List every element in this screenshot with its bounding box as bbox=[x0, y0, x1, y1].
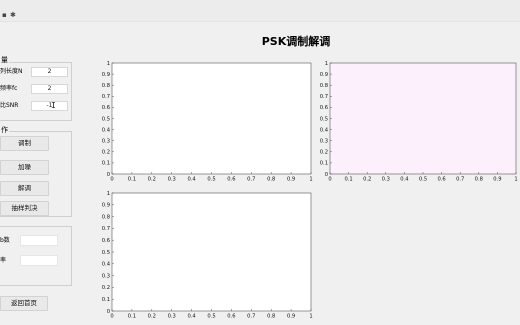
y-tick-label: 0.4 bbox=[102, 127, 111, 133]
x-tick-label: 0.7 bbox=[456, 177, 464, 183]
x-tick-label: 0.2 bbox=[363, 177, 371, 183]
x-tick-label: 0.6 bbox=[227, 177, 235, 183]
app-title: PSK调制解调 bbox=[261, 35, 331, 48]
y-tick-label: 1 bbox=[107, 191, 110, 197]
y-tick-label: 1 bbox=[107, 61, 110, 67]
x-tick-label: 0.5 bbox=[207, 177, 215, 183]
y-tick-label: 0.3 bbox=[102, 139, 110, 145]
x-tick-label: 0.3 bbox=[168, 177, 176, 183]
y-tick-label: 0.7 bbox=[320, 94, 328, 100]
back-home-button[interactable]: 返回首页 bbox=[0, 296, 48, 311]
y-tick-label: 0.6 bbox=[102, 238, 110, 244]
y-tick-label: 0.8 bbox=[320, 83, 328, 89]
x-tick-label: 1 bbox=[309, 314, 312, 320]
y-tick-label: 0.8 bbox=[102, 83, 110, 89]
demodulate-button[interactable]: 解调 bbox=[0, 181, 49, 196]
param-label-length: 列长度N bbox=[0, 68, 23, 75]
x-tick-label: 0.8 bbox=[267, 177, 275, 183]
x-tick-label: 0.2 bbox=[148, 177, 156, 183]
y-tick-label: 0.9 bbox=[102, 203, 110, 209]
y-tick-label: 0.9 bbox=[102, 72, 110, 78]
window-titlebar: ▪ ✱ bbox=[0, 0, 520, 22]
modulate-button[interactable]: 调制 bbox=[0, 136, 49, 151]
y-tick-label: 0.9 bbox=[320, 72, 328, 78]
x-tick-label: 0.3 bbox=[382, 177, 390, 183]
sample-decision-button[interactable]: 抽样判决 bbox=[0, 201, 49, 216]
x-tick-label: 0.1 bbox=[128, 314, 136, 320]
y-tick-label: 0.4 bbox=[320, 127, 329, 133]
window-settings-icon[interactable]: ✱ bbox=[10, 12, 17, 19]
ops-panel-title: 作 bbox=[0, 126, 9, 134]
window-menu-icon[interactable]: ▪ bbox=[2, 12, 9, 19]
y-tick-label: 0.1 bbox=[102, 161, 110, 167]
y-tick-label: 0.3 bbox=[102, 273, 110, 279]
y-tick-label: 0.6 bbox=[320, 105, 328, 111]
x-tick-label: 1 bbox=[309, 177, 312, 183]
plot-axes-top-left[interactable]: 0 0.1 0.2 0.3 0.4 0.5 0.6 0.7 0.8 0.9 1 0 0.1 0.2 0.3 0… bbox=[100, 58, 315, 183]
y-tick-label: 0.4 bbox=[102, 262, 111, 268]
y-tick-label: 0.5 bbox=[102, 116, 110, 122]
add-noise-button[interactable]: 加噪 bbox=[0, 160, 49, 175]
axes-svg: 00.10.20.30.40.50.60.70.80.910 0.1 0.2 0.3 0… bbox=[102, 191, 313, 320]
plot-area bbox=[111, 62, 312, 175]
axes-svg: 00.10.20.30.40.50.60.70.80.910 0.1 0.2 0.3 0… bbox=[320, 61, 518, 183]
y-tick-label: 0.3 bbox=[320, 139, 328, 145]
x-tick-label: 0.3 bbox=[168, 314, 176, 320]
param-snr-input[interactable]: -1 bbox=[31, 101, 68, 111]
x-tick-label: 0.4 bbox=[187, 177, 196, 183]
x-tick-label: 0.7 bbox=[247, 314, 255, 320]
x-tick-label: 0 bbox=[110, 314, 113, 320]
y-tick-label: 0.2 bbox=[320, 150, 328, 156]
result-count-field bbox=[20, 235, 58, 246]
x-tick-label: 0 bbox=[110, 177, 113, 183]
y-tick-label: 1 bbox=[325, 61, 328, 67]
result-rate-field bbox=[20, 255, 58, 266]
x-tick-label: 1 bbox=[514, 177, 517, 183]
y-tick-label: 0.1 bbox=[320, 161, 328, 167]
result-label-rate: 率 bbox=[0, 257, 7, 264]
x-tick-label: 0.4 bbox=[187, 314, 196, 320]
y-tick-label: 0.2 bbox=[102, 285, 110, 291]
x-tick-label: 0.9 bbox=[287, 314, 295, 320]
x-tick-label: 0.1 bbox=[128, 177, 136, 183]
x-tick-label: 0 bbox=[328, 177, 331, 183]
axes-svg: 00.10.20.30.40.50.60.70.80.910 0.1 0.2 0.3 0… bbox=[102, 61, 313, 183]
x-tick-label: 0.9 bbox=[287, 177, 295, 183]
param-label-fc: 频率fc bbox=[0, 85, 18, 92]
x-tick-label: 0.6 bbox=[227, 314, 235, 320]
x-tick-label: 0.8 bbox=[267, 314, 275, 320]
text-cursor-icon: I bbox=[51, 101, 56, 110]
x-tick-label: 0.2 bbox=[148, 314, 156, 320]
x-tick-label: 0.9 bbox=[493, 177, 501, 183]
y-tick-label: 0.2 bbox=[102, 150, 110, 156]
param-fc-input[interactable]: 2 bbox=[31, 84, 68, 94]
y-tick-label: 0.5 bbox=[102, 250, 110, 256]
y-tick-label: 0.8 bbox=[102, 214, 110, 220]
params-panel-title: 量 bbox=[0, 56, 9, 64]
param-label-snr: 比SNR bbox=[0, 102, 19, 109]
x-tick-label: 0.7 bbox=[247, 177, 255, 183]
plot-axes-bottom-left[interactable]: 0 0.1 0.2 0.3 0.4 0.5 0.6 0.7 0.8 0.9 1 0 0.1 0.2 0.3 0… bbox=[100, 188, 315, 320]
x-tick-label: 0.8 bbox=[475, 177, 483, 183]
y-tick-label: 0.6 bbox=[102, 105, 110, 111]
result-label-count: b数 bbox=[0, 237, 10, 244]
y-tick-label: 0.1 bbox=[102, 297, 110, 303]
param-length-input[interactable]: 2 bbox=[31, 67, 68, 77]
y-tick-label: 0.5 bbox=[320, 116, 328, 122]
x-tick-label: 0.6 bbox=[437, 177, 445, 183]
plot-axes-top-right[interactable]: 0 0.1 0.2 0.3 0.4 0.5 0.6 0.7 0.8 0.9 1 0 0.1 0.2 0.3 0… bbox=[318, 58, 520, 183]
y-tick-label: 0.7 bbox=[102, 226, 110, 232]
x-tick-label: 0.1 bbox=[344, 177, 352, 183]
x-tick-label: 0.5 bbox=[419, 177, 427, 183]
y-tick-label: 0.7 bbox=[102, 94, 110, 100]
plot-area bbox=[329, 62, 517, 175]
x-tick-label: 0.5 bbox=[207, 314, 215, 320]
plot-area bbox=[111, 192, 312, 312]
x-tick-label: 0.4 bbox=[400, 177, 409, 183]
